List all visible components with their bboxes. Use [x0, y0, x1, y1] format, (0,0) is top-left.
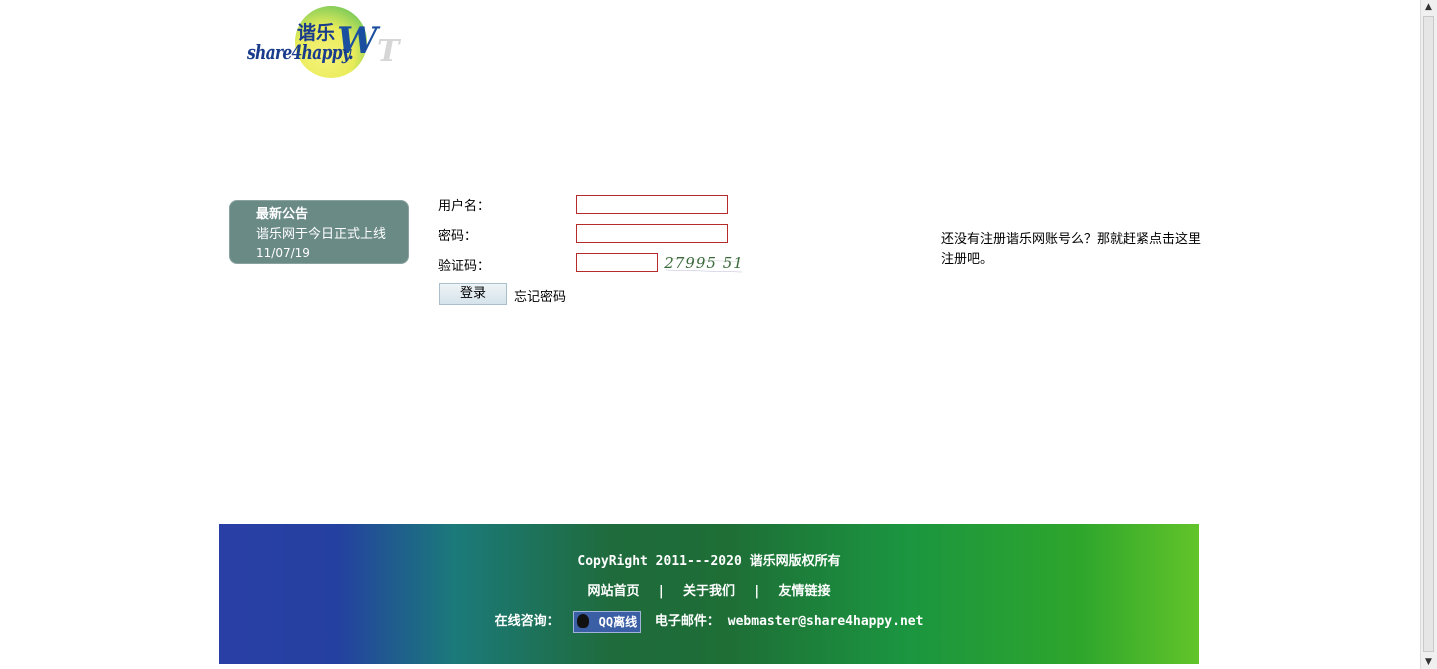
- scrollbar-thumb[interactable]: [1423, 16, 1434, 652]
- qq-status-text: QQ离线: [598, 614, 638, 629]
- captcha-image[interactable]: 27995 51: [664, 252, 744, 274]
- scroll-up-arrow-icon[interactable]: ▲: [1420, 0, 1437, 14]
- qq-penguin-icon: [577, 614, 590, 628]
- captcha-label: 验证码：: [438, 259, 491, 274]
- footer-separator: |: [752, 584, 761, 599]
- password-input[interactable]: [576, 224, 728, 243]
- consult-label: 在线咨询：: [494, 614, 560, 629]
- footer-separator: |: [657, 584, 666, 599]
- logo-en-text: share4happy.: [247, 40, 354, 64]
- register-link[interactable]: 还没有注册谐乐网账号么？那就赶紧点击这里注册吧。: [941, 230, 1201, 270]
- notice-date: 11/07/19: [256, 246, 310, 260]
- logo-shadow: T: [377, 34, 400, 69]
- forgot-password-link[interactable]: 忘记密码: [514, 286, 566, 305]
- username-label: 用户名：: [438, 199, 491, 214]
- footer-links: 网站首页 | 关于我们 | 友情链接: [219, 580, 1199, 599]
- email-link[interactable]: webmaster@share4happy.net: [728, 614, 924, 629]
- footer-link-friends[interactable]: 友情链接: [778, 584, 830, 599]
- login-button[interactable]: 登录: [439, 283, 507, 305]
- notice-message[interactable]: 谐乐网于今日正式上线: [256, 223, 386, 242]
- qq-status-button[interactable]: QQ离线: [573, 610, 642, 633]
- site-logo: 谐乐 W T share4happy.: [245, 4, 415, 84]
- password-label: 密码：: [438, 229, 478, 244]
- footer-copyright: CopyRight 2011---2020 谐乐网版权所有: [577, 554, 841, 569]
- footer-contact: 在线咨询： QQ离线 电子邮件： webmaster@share4happy.n…: [219, 610, 1199, 633]
- notice-title: 最新公告: [256, 207, 309, 222]
- email-label: 电子邮件：: [654, 614, 720, 629]
- notice-box: 最新公告 谐乐网于今日正式上线 11/07/19: [229, 200, 409, 264]
- captcha-text: 27995 51: [664, 254, 744, 272]
- captcha-input[interactable]: [576, 253, 658, 272]
- footer-link-home[interactable]: 网站首页: [587, 584, 639, 599]
- footer-link-about[interactable]: 关于我们: [683, 584, 735, 599]
- username-input[interactable]: [576, 195, 728, 214]
- footer: CopyRight 2011---2020 谐乐网版权所有 网站首页 | 关于我…: [219, 524, 1199, 664]
- scroll-down-arrow-icon[interactable]: ▼: [1420, 655, 1437, 669]
